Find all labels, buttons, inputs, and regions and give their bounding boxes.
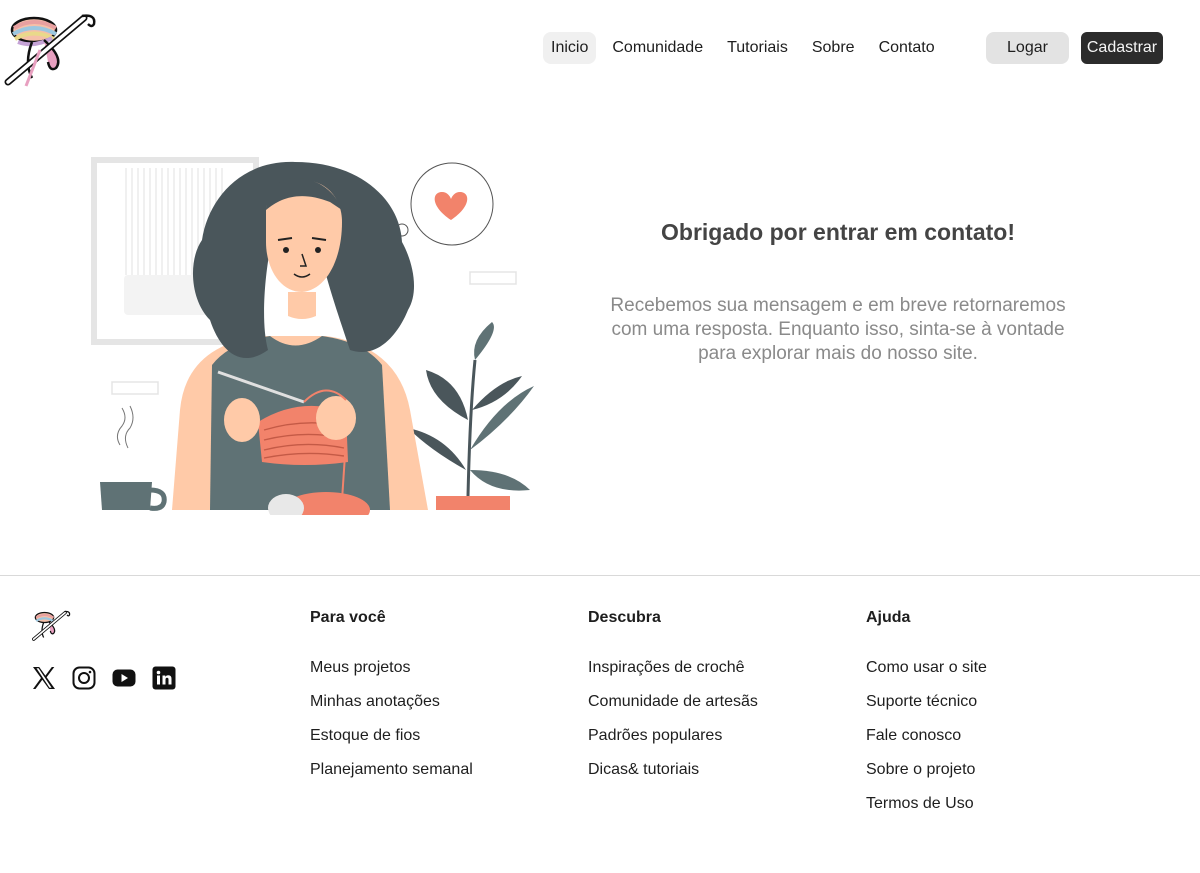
social-links bbox=[32, 666, 176, 690]
footer-link[interactable]: Planejamento semanal bbox=[310, 760, 473, 780]
footer-link[interactable]: Sobre o projeto bbox=[866, 760, 987, 780]
linkedin-icon[interactable] bbox=[152, 666, 176, 690]
site-footer: Para você Meus projetos Minhas anotações… bbox=[0, 575, 1200, 873]
footer-link[interactable]: Termos de Uso bbox=[866, 794, 987, 814]
footer-link[interactable]: Minhas anotações bbox=[310, 692, 473, 712]
nav-tutoriais[interactable]: Tutoriais bbox=[719, 32, 796, 64]
footer-link[interactable]: Como usar o site bbox=[866, 658, 987, 678]
youtube-icon[interactable] bbox=[112, 666, 136, 690]
footer-column-descubra: Descubra Inspirações de crochê Comunidad… bbox=[588, 608, 758, 794]
thank-you-text: Recebemos sua mensagem e em breve retorn… bbox=[610, 295, 1066, 364]
footer-column-title: Descubra bbox=[588, 609, 661, 626]
footer-link[interactable]: Estoque de fios bbox=[310, 726, 473, 746]
login-button[interactable]: Logar bbox=[986, 32, 1069, 64]
footer-column-ajuda: Ajuda Como usar o site Suporte técnico F… bbox=[866, 608, 987, 828]
thank-you-message: Obrigado por entrar em contato! Recebemo… bbox=[600, 216, 1076, 366]
nav-sobre[interactable]: Sobre bbox=[804, 32, 863, 64]
woman-crocheting-illustration bbox=[91, 157, 534, 515]
footer-link[interactable]: Inspirações de crochê bbox=[588, 658, 758, 678]
crochet-logo-icon[interactable] bbox=[4, 8, 100, 88]
footer-column-title: Ajuda bbox=[866, 609, 911, 626]
footer-link[interactable]: Meus projetos bbox=[310, 658, 473, 678]
footer-column-title: Para você bbox=[310, 609, 386, 626]
nav-inicio[interactable]: Inicio bbox=[543, 32, 597, 64]
footer-link[interactable]: Comunidade de artesãs bbox=[588, 692, 758, 712]
footer-link[interactable]: Fale conosco bbox=[866, 726, 987, 746]
thank-you-title: Obrigado por entrar em contato! bbox=[661, 219, 1015, 245]
nav-contato[interactable]: Contato bbox=[871, 32, 943, 64]
footer-column-para-voce: Para você Meus projetos Minhas anotações… bbox=[310, 608, 473, 794]
auth-buttons: Logar Cadastrar bbox=[986, 32, 1163, 64]
nav-comunidade[interactable]: Comunidade bbox=[604, 32, 711, 64]
instagram-icon[interactable] bbox=[72, 666, 96, 690]
main-nav: Inicio Comunidade Tutoriais Sobre Contat… bbox=[543, 32, 951, 64]
x-icon[interactable] bbox=[32, 666, 56, 690]
footer-link[interactable]: Padrões populares bbox=[588, 726, 758, 746]
site-header: Inicio Comunidade Tutoriais Sobre Contat… bbox=[0, 0, 1200, 100]
footer-link[interactable]: Suporte técnico bbox=[866, 692, 987, 712]
crochet-logo-icon[interactable] bbox=[32, 608, 72, 642]
signup-button[interactable]: Cadastrar bbox=[1081, 32, 1163, 64]
footer-link[interactable]: Dicas& tutoriais bbox=[588, 760, 758, 780]
